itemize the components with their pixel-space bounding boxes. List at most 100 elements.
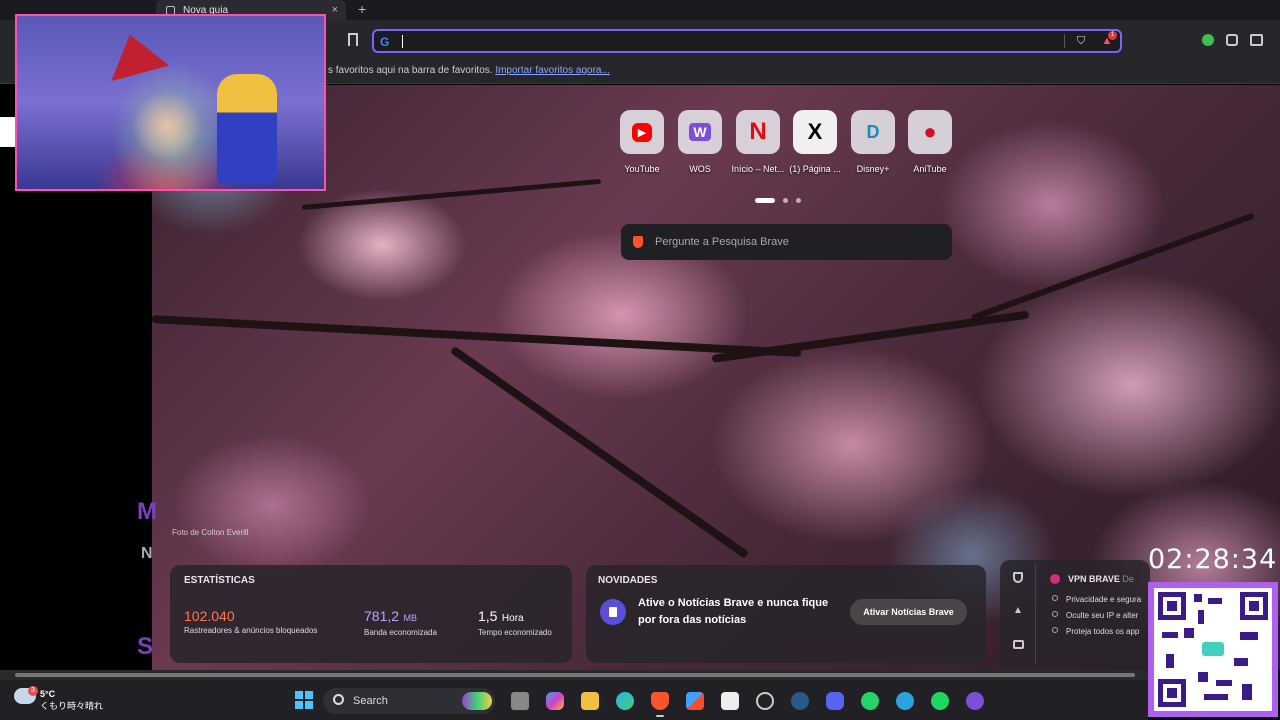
game-mask-icon[interactable] — [462, 692, 492, 710]
plush-mascot — [217, 74, 277, 184]
vpn-feature: Oculte seu IP e alter — [1066, 611, 1139, 620]
windows-start-icon[interactable] — [295, 691, 313, 709]
overlay-ghost-letter: S — [137, 633, 154, 660]
youtube-icon: ▶ — [620, 110, 664, 154]
top-site-youtube[interactable]: ▶ YouTube — [619, 110, 665, 174]
edge-icon[interactable] — [616, 692, 634, 710]
stat-unit: Hora — [501, 613, 524, 624]
import-bookmarks-link[interactable]: Importar favoritos agora... — [495, 65, 610, 76]
pagination-dot[interactable] — [796, 198, 801, 203]
netflix-icon: N — [736, 110, 780, 154]
anitube-apple-icon: ● — [908, 110, 952, 154]
qr-module — [1184, 628, 1194, 638]
vpn-feature: Proteja todos os app — [1066, 627, 1140, 636]
stat-label: Rastreadores & anúncios bloqueados — [184, 626, 318, 635]
pagination-dot[interactable] — [755, 198, 775, 203]
qr-module — [1242, 684, 1252, 700]
tree-branch — [301, 178, 602, 210]
extension-status-icon[interactable] — [1202, 34, 1214, 46]
shield-icon[interactable] — [1013, 572, 1023, 583]
file-explorer-icon[interactable] — [581, 692, 599, 710]
qr-module — [1198, 672, 1208, 682]
stat-bandwidth: 781,2 MB Banda economizada — [364, 608, 437, 637]
obs-icon[interactable] — [721, 692, 739, 710]
top-site-wos[interactable]: W WOS — [677, 110, 723, 174]
stat-value: 102.040 — [184, 608, 235, 624]
x-icon: X — [793, 110, 837, 154]
qr-module — [1162, 632, 1178, 638]
weather-description: くもり時々晴れ — [40, 701, 104, 711]
qr-module — [1240, 632, 1258, 640]
wallet-icon[interactable] — [1250, 34, 1263, 46]
qr-finder — [1240, 592, 1268, 620]
tree-branch — [449, 345, 750, 559]
vpn-title: VPN BRAVE De — [1068, 574, 1134, 584]
disney-plus-icon: D — [851, 110, 895, 154]
scrollbar-thumb[interactable] — [15, 673, 1135, 677]
steam-icon[interactable] — [791, 692, 809, 710]
brave-logo-icon — [633, 236, 643, 248]
overlay-ghost-letter: M — [137, 498, 157, 525]
notification-badge: 1 — [1108, 31, 1117, 40]
message-icon[interactable] — [1013, 640, 1024, 649]
qr-module — [1208, 598, 1222, 604]
wos-icon: W — [678, 110, 722, 154]
address-bar[interactable]: G ⛉ ▲ 1 — [372, 29, 1122, 53]
copilot-icon[interactable] — [546, 692, 564, 710]
bookmarks-bar-hint: s favoritos aqui na barra de favoritos. — [328, 65, 493, 76]
twitch-icon[interactable] — [966, 692, 984, 710]
streamlabs-icon[interactable] — [756, 692, 774, 710]
extensions-icon[interactable] — [1226, 34, 1238, 46]
brave-search-box[interactable]: Pergunte a Pesquisa Brave — [621, 224, 952, 260]
photo-credit[interactable]: Foto de Colton Everill — [172, 528, 248, 537]
spotify-icon[interactable] — [931, 692, 949, 710]
stat-value: 781,2 — [364, 608, 400, 624]
vpn-logo-icon — [1050, 574, 1060, 584]
top-site-disney[interactable]: D Disney+ — [850, 110, 896, 174]
overlay-ghost-letter: N — [141, 545, 153, 562]
qr-module — [1198, 610, 1204, 624]
stats-widget: ESTATÍSTICAS 102.040 Rastreadores & anún… — [170, 565, 572, 663]
tree-branch — [152, 315, 802, 358]
brave-shields-icon[interactable]: ⛉ — [1074, 34, 1088, 48]
address-bar-divider — [1064, 34, 1065, 48]
news-title: NOVIDADES — [598, 575, 658, 586]
telegram-icon[interactable] — [896, 692, 914, 710]
vpn-widget: ▲ VPN BRAVE De Privacidade e segura Ocul… — [1000, 560, 1150, 668]
qr-module — [1166, 654, 1174, 668]
qr-code-body — [1154, 588, 1272, 711]
bookmark-icon[interactable] — [348, 33, 358, 46]
check-icon — [1052, 611, 1058, 617]
activate-news-button[interactable]: Ativar Notícias Brave — [850, 599, 967, 625]
tab-close-icon[interactable]: × — [332, 4, 338, 16]
news-message: Ative o Notícias Brave e nunca fique por… — [638, 597, 829, 626]
news-widget: NOVIDADES Ative o Notícias Brave e nunca… — [586, 565, 986, 663]
taskbar-search-label: Search — [353, 695, 388, 707]
stat-label: Tempo economizado — [478, 628, 552, 637]
stat-trackers: 102.040 Rastreadores & anúncios bloquead… — [184, 608, 317, 635]
microsoft-store-icon[interactable] — [686, 692, 704, 710]
whatsapp-icon[interactable] — [861, 692, 879, 710]
top-site-x[interactable]: X (1) Página ... — [789, 110, 841, 174]
discord-icon[interactable] — [826, 692, 844, 710]
qr-module — [1194, 594, 1202, 602]
overlay-white-block — [0, 117, 15, 147]
stream-clock: 02:28:34 — [1148, 544, 1278, 575]
qr-code — [1148, 582, 1278, 717]
stat-time: 1,5 Hora Tempo economizado — [478, 608, 552, 637]
new-tab-button[interactable]: + — [358, 1, 366, 17]
top-site-anitube[interactable]: ● AniTube — [907, 110, 953, 174]
triangle-icon[interactable]: ▲ — [1013, 605, 1023, 616]
qr-module — [1204, 694, 1228, 700]
pagination-dot[interactable] — [783, 198, 788, 203]
top-site-netflix[interactable]: N Início – Net... — [731, 110, 785, 174]
weather-widget[interactable]: 5°C くもり時々晴れ — [40, 688, 103, 712]
search-icon — [333, 694, 344, 705]
brave-icon[interactable] — [651, 692, 669, 710]
santa-hat — [100, 26, 170, 82]
webcam-overlay — [15, 14, 326, 191]
top-sites-pagination[interactable] — [755, 190, 809, 208]
check-icon — [1052, 627, 1058, 633]
task-view-icon[interactable] — [511, 692, 529, 710]
weather-badge: 3 — [28, 686, 38, 696]
